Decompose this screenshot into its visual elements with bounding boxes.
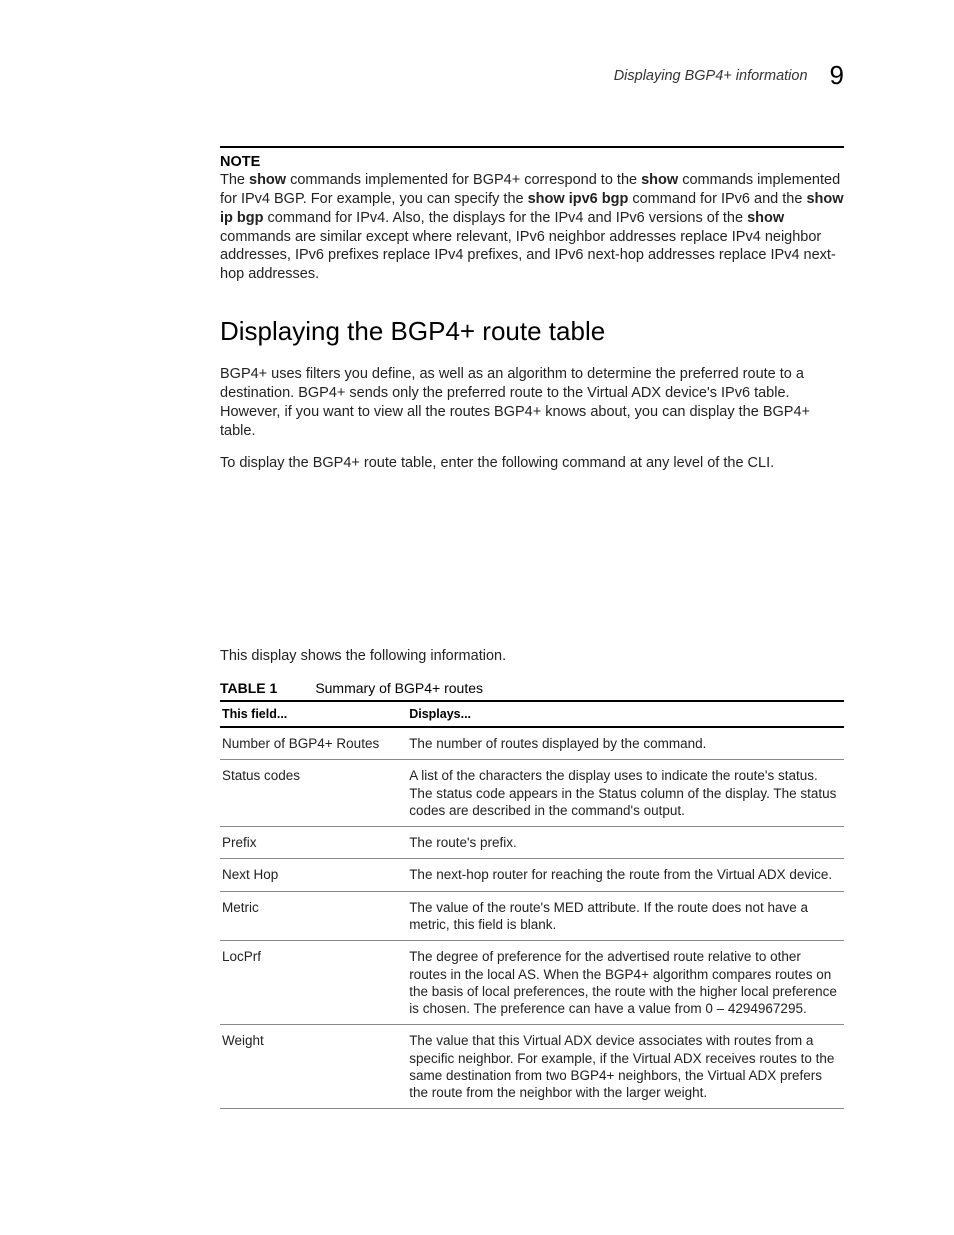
cell-displays: The route's prefix. [407,827,844,859]
t: commands implemented for BGP4+ correspon… [286,172,641,188]
table-caption-text: Summary of BGP4+ routes [315,680,483,696]
bold: show [641,172,678,188]
section-heading: Displaying the BGP4+ route table [220,316,844,347]
cell-field: Weight [220,1025,407,1109]
table-row: Weight The value that this Virtual ADX d… [220,1025,844,1109]
running-header: Displaying BGP4+ information 9 [220,60,844,91]
cell-field: Prefix [220,827,407,859]
table-caption: TABLE 1 Summary of BGP4+ routes [220,680,844,696]
running-title: Displaying BGP4+ information [614,68,808,84]
cell-field: Number of BGP4+ Routes [220,727,407,760]
section-para-3: This display shows the following informa… [220,647,844,666]
table-row: Number of BGP4+ Routes The number of rou… [220,727,844,760]
table-label: TABLE 1 [220,680,277,696]
cell-displays: The value of the route's MED attribute. … [407,891,844,941]
t: command for IPv6 and the [628,191,806,207]
bold: show ipv6 bgp [528,191,629,207]
cell-field: Next Hop [220,859,407,891]
table-header-row: This field... Displays... [220,701,844,727]
bold: show [747,210,784,226]
t: The [220,172,249,188]
table-row: Next Hop The next-hop router for reachin… [220,859,844,891]
table-row: Prefix The route's prefix. [220,827,844,859]
cell-field: Metric [220,891,407,941]
cli-output-placeholder [220,487,844,647]
cell-field: LocPrf [220,941,407,1025]
note-label: NOTE [220,154,844,170]
page: Displaying BGP4+ information 9 NOTE The … [0,0,954,1235]
cell-displays: The number of routes displayed by the co… [407,727,844,760]
table-row: Status codes A list of the characters th… [220,760,844,827]
t: commands are similar except where releva… [220,229,836,283]
table-bgp4-routes: This field... Displays... Number of BGP4… [220,700,844,1109]
section-para-1: BGP4+ uses filters you define, as well a… [220,365,844,440]
table-row: Metric The value of the route's MED attr… [220,891,844,941]
note-text: The show commands implemented for BGP4+ … [220,171,844,284]
th-displays: Displays... [407,701,844,727]
table-row: LocPrf The degree of preference for the … [220,941,844,1025]
section-para-2: To display the BGP4+ route table, enter … [220,454,844,473]
cell-displays: The value that this Virtual ADX device a… [407,1025,844,1109]
bold: show [249,172,286,188]
cell-displays: The degree of preference for the adverti… [407,941,844,1025]
cell-displays: A list of the characters the display use… [407,760,844,827]
note-rule [220,146,844,148]
t: command for IPv4. Also, the displays for… [264,210,748,226]
cell-displays: The next-hop router for reaching the rou… [407,859,844,891]
th-field: This field... [220,701,407,727]
cell-field: Status codes [220,760,407,827]
chapter-number: 9 [830,60,844,91]
